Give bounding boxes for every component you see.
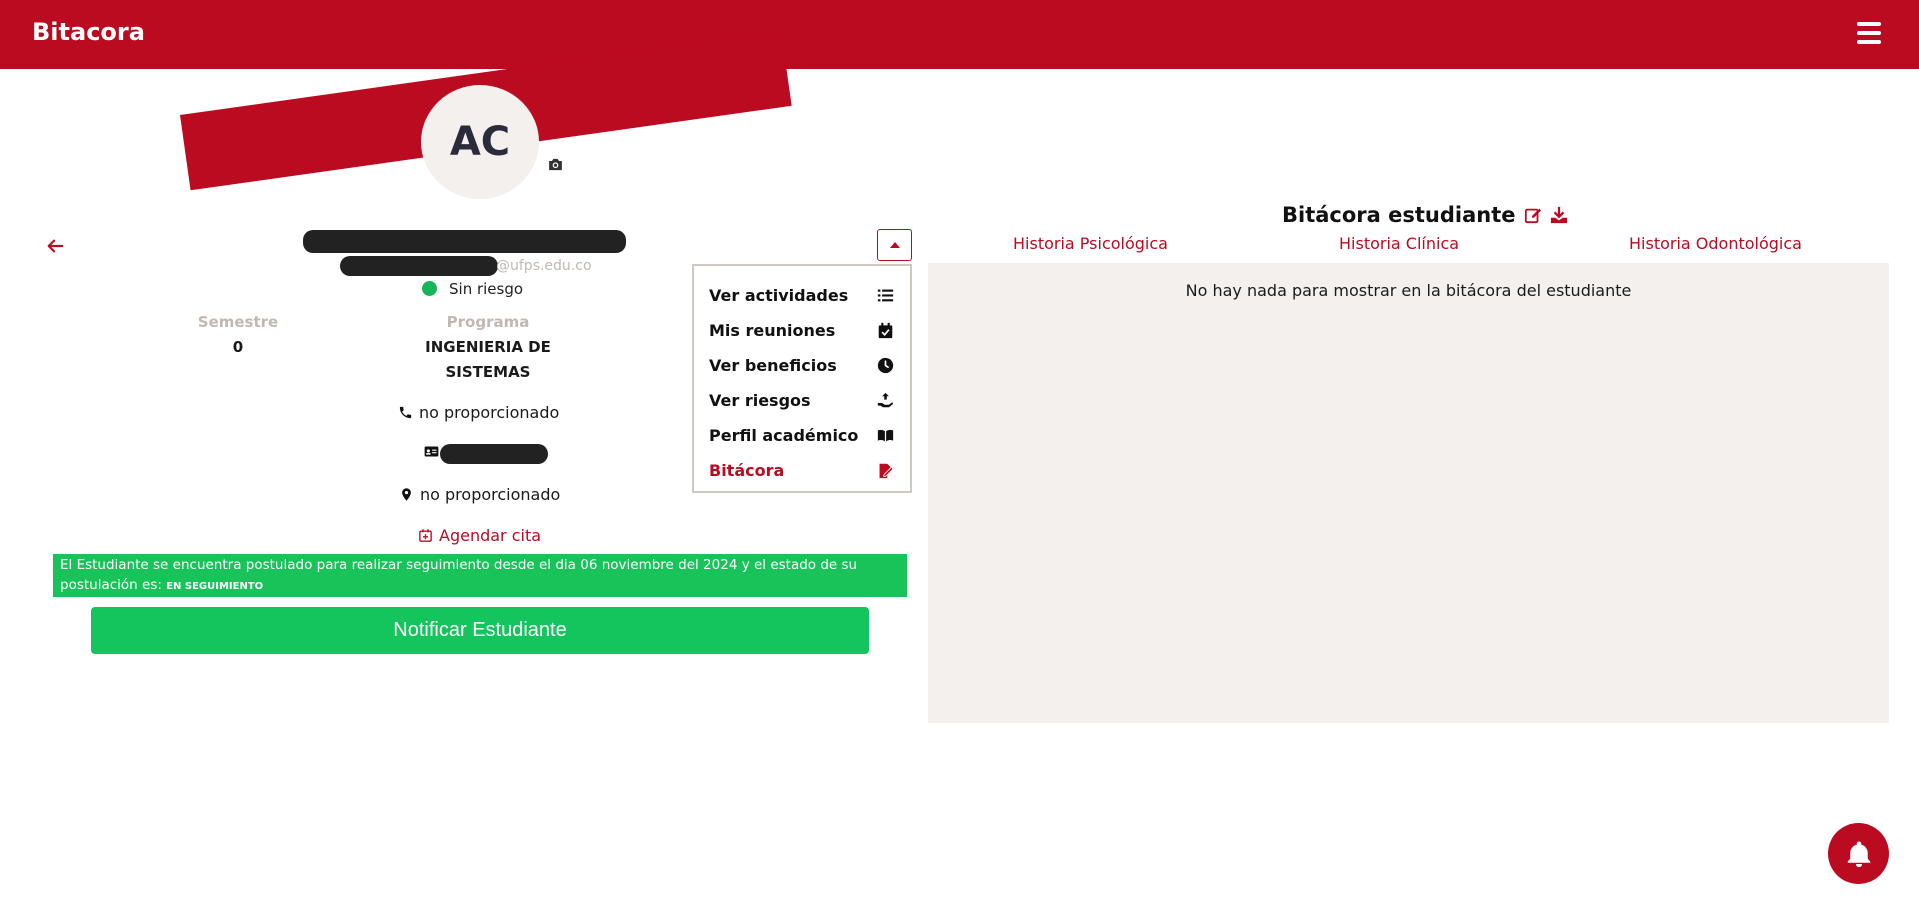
bitacora-panel: No hay nada para mostrar en la bitácora …	[928, 263, 1889, 723]
bitacora-title: Bitácora estudiante	[1282, 203, 1568, 227]
hand-holding-icon	[877, 392, 894, 408]
phone-row: no proporcionado	[398, 403, 559, 422]
brand-title[interactable]: Bitacora	[32, 18, 145, 46]
phone-icon	[399, 406, 412, 419]
caret-up-icon	[889, 242, 900, 248]
menu-item-label: Ver beneficios	[709, 356, 837, 375]
signature-icon	[879, 463, 894, 479]
alert-state: EN SEGUIMIENTO	[166, 581, 264, 592]
programa-value: INGENIERIA DE SISTEMAS	[425, 338, 551, 381]
map-marker-icon	[402, 488, 411, 501]
download-icon[interactable]	[1550, 206, 1568, 224]
status-dot	[422, 281, 437, 296]
menu-item-label: Bitácora	[709, 461, 785, 480]
menu-item-ver-riesgos[interactable]: Ver riesgos	[694, 383, 910, 418]
tab-historia-clinica[interactable]: Historia Clínica	[1339, 234, 1459, 253]
menu-item-label: Ver riesgos	[709, 391, 811, 410]
agendar-cita-label: Agendar cita	[439, 526, 542, 545]
menu-item-label: Perfil académico	[709, 426, 859, 445]
bitacora-title-text: Bitácora estudiante	[1282, 203, 1516, 227]
tab-historia-psicologica[interactable]: Historia Psicológica	[1013, 234, 1168, 253]
menu-toggle-button[interactable]	[877, 229, 912, 261]
empty-message: No hay nada para mostrar en la bitácora …	[1185, 281, 1632, 300]
notification-bell-button[interactable]	[1828, 823, 1889, 884]
book-open-icon	[877, 429, 894, 442]
notify-student-button[interactable]: Notificar Estudiante	[91, 607, 869, 654]
menu-item-label: Mis reuniones	[709, 321, 836, 340]
list-icon	[877, 289, 894, 302]
menu-item-ver-beneficios[interactable]: Ver beneficios	[694, 348, 910, 383]
camera-icon[interactable]	[540, 149, 570, 179]
semestre-label: Semestre	[197, 313, 279, 331]
email-domain: @ufps.edu.co	[496, 258, 592, 274]
menu-item-label: Ver actividades	[709, 286, 849, 305]
risk-status: Sin riesgo	[449, 280, 524, 298]
hamburger-icon[interactable]	[1857, 22, 1881, 44]
menu-item-perfil-academico[interactable]: Perfil académico	[694, 418, 910, 453]
redacted-id	[440, 444, 548, 464]
follow-up-alert: El Estudiante se encuentra postulado par…	[53, 554, 907, 597]
id-row	[424, 444, 439, 459]
back-arrow-icon[interactable]	[46, 237, 64, 255]
profile-dropdown-menu: Ver actividades Mis reuniones Ver benefi…	[692, 264, 912, 493]
programa-label: Programa	[446, 313, 530, 331]
redacted-email-user	[340, 256, 498, 276]
calendar-plus-icon	[419, 529, 432, 542]
edit-icon[interactable]	[1524, 206, 1542, 224]
menu-item-mis-reuniones[interactable]: Mis reuniones	[694, 313, 910, 348]
phone-text: no proporcionado	[419, 403, 560, 422]
semestre-value: 0	[232, 338, 244, 356]
redacted-name	[303, 230, 626, 253]
menu-item-bitacora[interactable]: Bitácora	[694, 453, 910, 488]
id-card-icon	[424, 446, 439, 457]
address-row: no proporcionado	[399, 485, 560, 504]
menu-item-ver-actividades[interactable]: Ver actividades	[694, 278, 910, 313]
agendar-cita-link[interactable]: Agendar cita	[418, 526, 541, 545]
clock-icon	[877, 357, 894, 374]
bell-icon	[1847, 841, 1870, 867]
calendar-check-icon	[878, 322, 893, 339]
avatar: AC	[421, 85, 539, 199]
address-text: no proporcionado	[420, 485, 561, 504]
top-navbar: Bitacora	[0, 0, 1919, 69]
tab-historia-odontologica[interactable]: Historia Odontológica	[1629, 234, 1802, 253]
